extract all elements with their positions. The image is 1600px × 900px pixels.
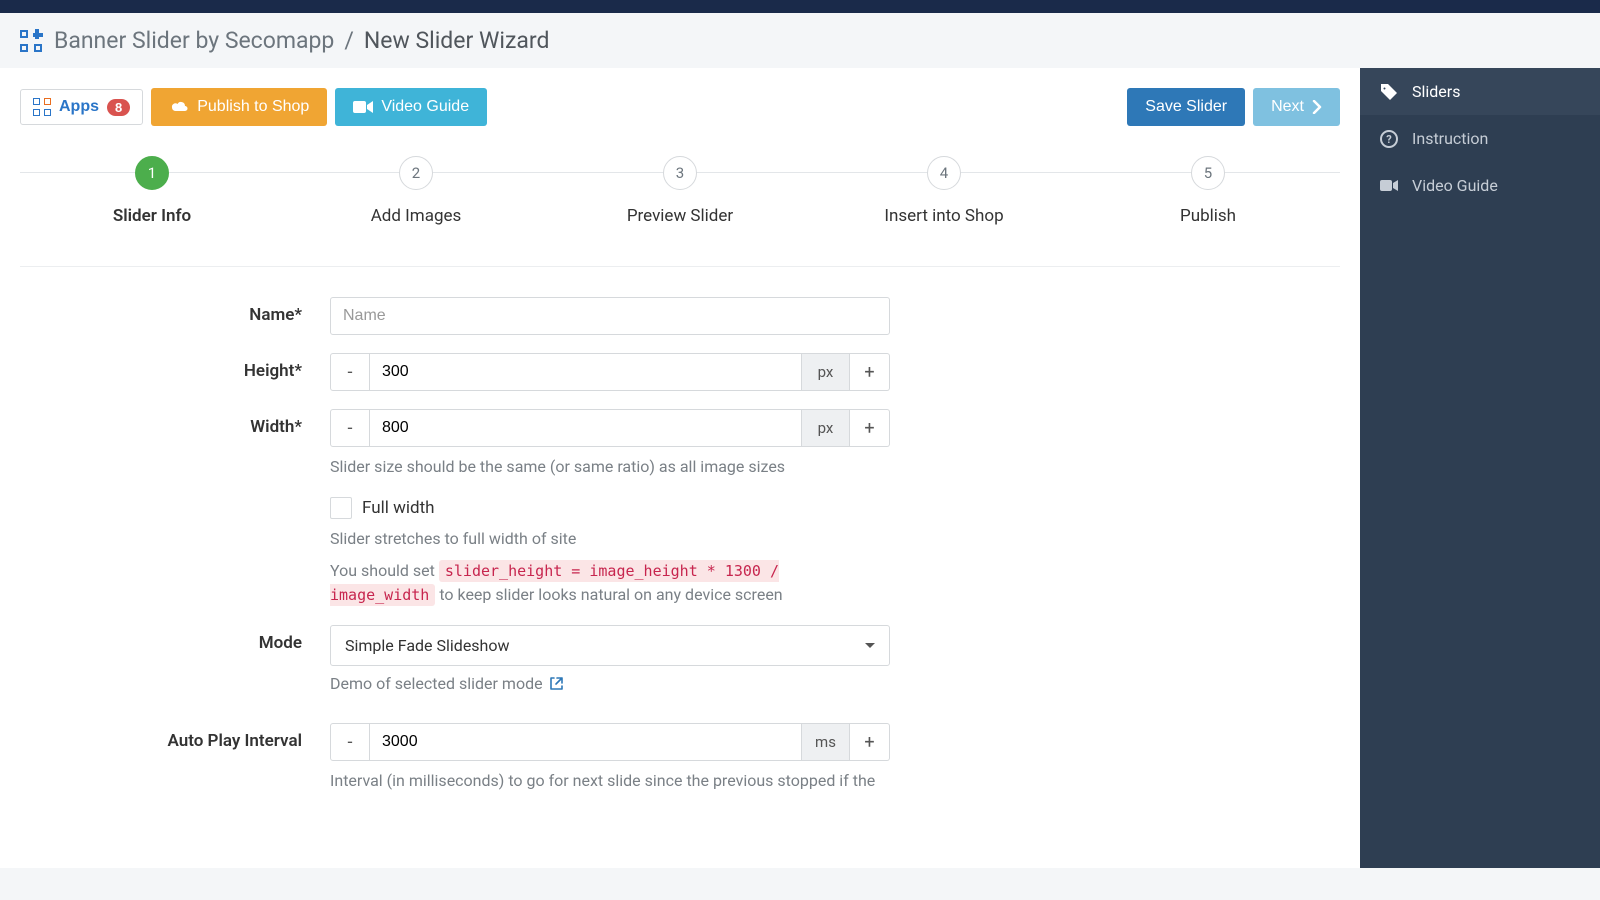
- svg-text:?: ?: [1386, 133, 1392, 146]
- form-area: Name* Height* - px + Width*: [20, 266, 1340, 793]
- width-input[interactable]: [370, 409, 802, 447]
- step-number: 2: [399, 156, 433, 190]
- breadcrumb-app[interactable]: Banner Slider by Secomapp: [54, 27, 334, 54]
- next-button[interactable]: Next: [1253, 88, 1340, 126]
- fullwidth-checkbox[interactable]: [330, 497, 352, 519]
- video-guide-button[interactable]: Video Guide: [335, 88, 487, 126]
- sidebar-item-label: Sliders: [1412, 82, 1460, 101]
- sidebar-item-sliders[interactable]: Sliders: [1360, 68, 1600, 115]
- fullwidth-help-1: Slider stretches to full width of site: [330, 527, 890, 551]
- toolbar: Apps 8 Publish to Shop Video Guide Save …: [20, 88, 1340, 126]
- app-grid-icon: [20, 30, 42, 52]
- chevron-right-icon: [1312, 100, 1322, 114]
- step-label: Add Images: [284, 206, 548, 226]
- video-icon: [353, 100, 373, 114]
- breadcrumb-sep: /: [344, 27, 354, 54]
- step-number: 1: [135, 156, 169, 190]
- fullwidth-label: Full width: [362, 498, 435, 518]
- width-unit: px: [802, 409, 850, 447]
- width-increment-button[interactable]: +: [850, 409, 890, 447]
- width-help: Slider size should be the same (or same …: [330, 455, 890, 479]
- autoplay-help: Interval (in milliseconds) to go for nex…: [330, 769, 890, 793]
- width-label: Width*: [20, 409, 330, 437]
- apps-badge: 8: [107, 99, 130, 116]
- publish-label: Publish to Shop: [197, 98, 309, 116]
- height-decrement-button[interactable]: -: [330, 353, 370, 391]
- width-decrement-button[interactable]: -: [330, 409, 370, 447]
- sidebar-item-label: Instruction: [1412, 129, 1488, 148]
- step-label: Preview Slider: [548, 206, 812, 226]
- video-guide-label: Video Guide: [381, 98, 469, 116]
- step-label: Publish: [1076, 206, 1340, 226]
- sidebar-item-instruction[interactable]: ? Instruction: [1360, 115, 1600, 162]
- apps-grid-icon: [33, 98, 51, 116]
- sidebar-item-label: Video Guide: [1412, 176, 1498, 195]
- breadcrumb: Banner Slider by Secomapp / New Slider W…: [54, 27, 549, 54]
- sidebar-item-video-guide[interactable]: Video Guide: [1360, 162, 1600, 209]
- autoplay-label: Auto Play Interval: [20, 723, 330, 751]
- mode-demo-link[interactable]: Demo of selected slider mode: [330, 674, 890, 693]
- external-link-icon: [549, 676, 564, 691]
- autoplay-unit: ms: [802, 723, 850, 761]
- step-number: 5: [1191, 156, 1225, 190]
- right-sidebar: Sliders ? Instruction Video Guide: [1360, 68, 1600, 868]
- name-label: Name*: [20, 297, 330, 325]
- autoplay-input[interactable]: [370, 723, 802, 761]
- height-unit: px: [802, 353, 850, 391]
- publish-button[interactable]: Publish to Shop: [151, 88, 327, 126]
- video-icon: [1380, 179, 1398, 192]
- tag-icon: [1380, 83, 1398, 101]
- breadcrumb-bar: Banner Slider by Secomapp / New Slider W…: [0, 13, 1600, 68]
- step-slider-info[interactable]: 1 Slider Info: [20, 156, 284, 226]
- autoplay-decrement-button[interactable]: -: [330, 723, 370, 761]
- wizard-stepper: 1 Slider Info 2 Add Images 3 Preview Sli…: [20, 156, 1340, 226]
- mode-label: Mode: [20, 625, 330, 653]
- step-number: 4: [927, 156, 961, 190]
- step-publish[interactable]: 5 Publish: [1076, 156, 1340, 226]
- name-input[interactable]: [330, 297, 890, 335]
- chevron-down-icon: [865, 643, 875, 648]
- breadcrumb-current: New Slider Wizard: [364, 27, 550, 54]
- mode-value: Simple Fade Slideshow: [345, 636, 510, 655]
- save-label: Save Slider: [1145, 98, 1227, 116]
- top-window-bar: [0, 0, 1600, 13]
- save-slider-button[interactable]: Save Slider: [1127, 88, 1245, 126]
- step-label: Insert into Shop: [812, 206, 1076, 226]
- step-number: 3: [663, 156, 697, 190]
- step-label: Slider Info: [20, 206, 284, 226]
- help-icon: ?: [1380, 130, 1398, 148]
- cloud-icon: [169, 100, 189, 114]
- step-insert-into-shop[interactable]: 4 Insert into Shop: [812, 156, 1076, 226]
- height-increment-button[interactable]: +: [850, 353, 890, 391]
- apps-button[interactable]: Apps 8: [20, 89, 143, 125]
- main-panel: Apps 8 Publish to Shop Video Guide Save …: [0, 68, 1360, 868]
- height-input[interactable]: [370, 353, 802, 391]
- step-preview-slider[interactable]: 3 Preview Slider: [548, 156, 812, 226]
- fullwidth-help-2: You should set slider_height = image_hei…: [330, 559, 890, 607]
- height-label: Height*: [20, 353, 330, 381]
- autoplay-increment-button[interactable]: +: [850, 723, 890, 761]
- mode-select[interactable]: Simple Fade Slideshow: [330, 625, 890, 666]
- apps-label: Apps: [59, 98, 99, 116]
- next-label: Next: [1271, 98, 1304, 116]
- step-add-images[interactable]: 2 Add Images: [284, 156, 548, 226]
